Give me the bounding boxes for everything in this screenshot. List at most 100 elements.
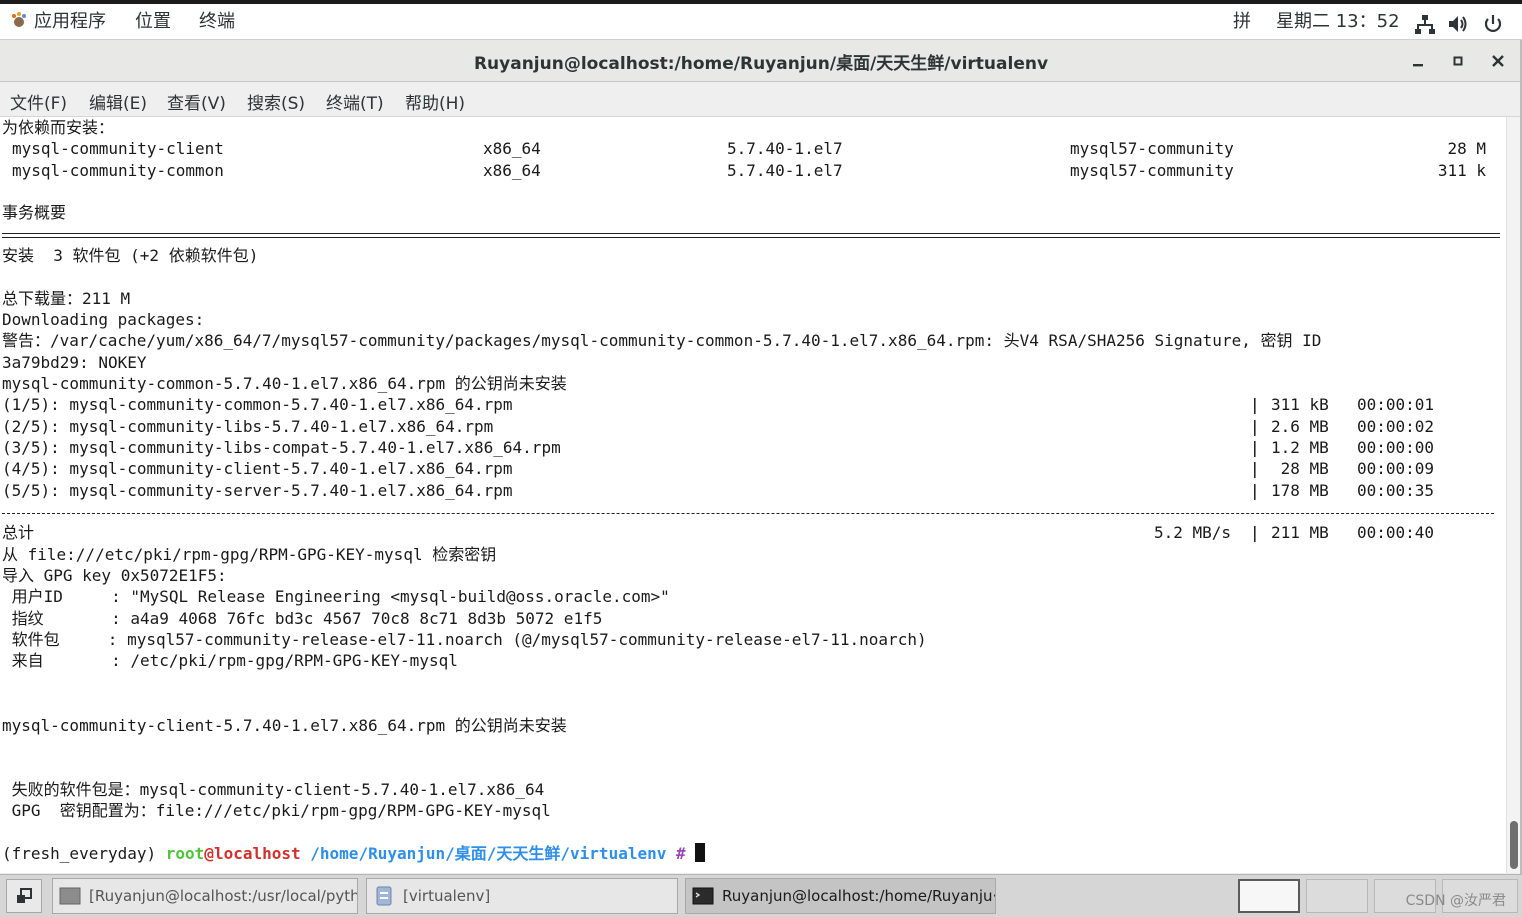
menu-terminal[interactable]: 终端(T) bbox=[326, 89, 384, 114]
column-separator: | bbox=[1250, 459, 1260, 478]
download-row-time: 00:00:01 bbox=[1357, 395, 1435, 414]
download-row-time: 00:00:02 bbox=[1357, 417, 1435, 436]
download-row-name: (5/5): mysql-community-server-5.7.40-1.e… bbox=[2, 481, 513, 500]
download-row-name: (4/5): mysql-community-client-5.7.40-1.e… bbox=[2, 459, 513, 478]
dep-size: 311 k bbox=[1437, 161, 1486, 180]
column-separator: | bbox=[1250, 523, 1260, 542]
download-row-time: 00:00:09 bbox=[1357, 459, 1435, 478]
maximize-icon bbox=[1453, 56, 1463, 66]
download-row-size: 28 MB bbox=[1271, 459, 1329, 478]
menu-file[interactable]: 文件(F) bbox=[10, 89, 67, 114]
workspace-2[interactable] bbox=[1306, 879, 1368, 913]
dep-name: mysql-community-client bbox=[12, 139, 224, 158]
column-separator: | bbox=[1250, 438, 1260, 457]
minimize-button[interactable] bbox=[1405, 48, 1431, 74]
clock[interactable]: 星期二 13：52 bbox=[1276, 10, 1400, 34]
prompt-hash: # bbox=[666, 844, 696, 863]
total-download: 总下载量：211 M bbox=[2, 289, 131, 308]
dep-name: mysql-community-common bbox=[12, 161, 224, 180]
taskbar-item-terminal-active[interactable]: Ruyanjun@localhost:/home/Ruyanju··· bbox=[685, 878, 996, 914]
dep-version: 5.7.40-1.el7 bbox=[727, 161, 843, 180]
download-row-size: 1.2 MB bbox=[1271, 438, 1329, 457]
terminal-menubar: 文件(F) 编辑(E) 查看(V) 搜索(S) 终端(T) 帮助(H) bbox=[0, 83, 1522, 117]
power-icon[interactable] bbox=[1482, 13, 1504, 35]
dep-arch: x86_64 bbox=[483, 161, 541, 180]
pubkey-not-installed: mysql-community-client-5.7.40-1.el7.x86_… bbox=[2, 716, 567, 735]
dep-arch: x86_64 bbox=[483, 139, 541, 158]
dashed-rule bbox=[2, 513, 1494, 514]
terminal-output[interactable]: 为依赖而安装： mysql-community-client x86_64 5.… bbox=[0, 117, 1506, 873]
warning-line-cont: 3a79bd29: NOKEY bbox=[2, 353, 147, 372]
column-separator: | bbox=[1250, 417, 1260, 436]
retrieve-key-line: 从 file:///etc/pki/rpm-gpg/RPM-GPG-KEY-my… bbox=[2, 545, 497, 564]
download-row-size: 178 MB bbox=[1271, 481, 1329, 500]
minimize-icon bbox=[1413, 64, 1423, 67]
menu-edit[interactable]: 编辑(E) bbox=[89, 89, 147, 114]
taskbar-item-label: [Ruyanjun@localhost:/usr/local/pyth··· bbox=[89, 887, 358, 905]
window-titlebar[interactable]: Ruyanjun@localhost:/home/Ruyanjun/桌面/天天生… bbox=[0, 40, 1522, 82]
close-button[interactable] bbox=[1485, 48, 1511, 74]
maximize-button[interactable] bbox=[1445, 48, 1471, 74]
total-size: 211 MB bbox=[1271, 523, 1329, 542]
file-manager-icon bbox=[376, 886, 392, 906]
total-label: 总计 bbox=[2, 523, 35, 542]
download-row-time: 00:00:35 bbox=[1357, 481, 1435, 500]
text-cursor bbox=[695, 843, 706, 862]
download-row-size: 311 kB bbox=[1271, 395, 1329, 414]
show-desktop-button[interactable] bbox=[6, 879, 42, 913]
watermark-text: CSDN @汝严君 bbox=[1405, 893, 1506, 909]
total-time: 00:00:40 bbox=[1357, 523, 1435, 542]
prompt-at: @ bbox=[204, 844, 214, 863]
key-fingerprint-line: 指纹 : a4a9 4068 76fc bd3c 4567 70c8 8c71 … bbox=[2, 609, 603, 628]
scrollbar-thumb[interactable] bbox=[1510, 821, 1518, 869]
key-package-line: 软件包 : mysql57-community-release-el7-11.n… bbox=[2, 630, 927, 649]
double-rule bbox=[2, 233, 1500, 238]
dep-repo: mysql57-community bbox=[1070, 139, 1234, 158]
key-user-line: 用户ID : "MySQL Release Engineering <mysql… bbox=[2, 587, 670, 606]
taskbar-item-virtualenv[interactable]: [virtualenv] bbox=[366, 878, 678, 914]
menu-view[interactable]: 查看(V) bbox=[167, 89, 226, 114]
terminal-icon bbox=[59, 887, 81, 905]
top-panel: 应用程序 位置 终端 拼 星期二 13：52 bbox=[0, 0, 1522, 40]
key-from-line: 来自 : /etc/pki/rpm-gpg/RPM-GPG-KEY-mysql bbox=[2, 651, 458, 670]
menu-help[interactable]: 帮助(H) bbox=[405, 89, 465, 114]
shell-prompt[interactable]: (fresh_everyday) root@localhost /home/Ru… bbox=[2, 843, 706, 864]
dep-repo: mysql57-community bbox=[1070, 161, 1234, 180]
dep-version: 5.7.40-1.el7 bbox=[727, 139, 843, 158]
column-separator: | bbox=[1250, 395, 1260, 414]
taskbar-item-label: [virtualenv] bbox=[403, 887, 491, 905]
download-row-name: (1/5): mysql-community-common-5.7.40-1.e… bbox=[2, 395, 513, 414]
dep-size: 28 M bbox=[1447, 139, 1486, 158]
workspace-1[interactable] bbox=[1238, 879, 1300, 913]
gnome-foot-icon bbox=[12, 12, 26, 27]
column-separator: | bbox=[1250, 481, 1260, 500]
taskbar-item-terminal-usr[interactable]: [Ruyanjun@localhost:/usr/local/pyth··· bbox=[52, 878, 358, 914]
prompt-virtualenv: (fresh_everyday) bbox=[2, 844, 166, 863]
prompt-host: localhost bbox=[213, 844, 301, 863]
failed-package-line: 失败的软件包是：mysql-community-client-5.7.40-1.… bbox=[2, 780, 545, 799]
gpg-config-line: GPG 密钥配置为：file:///etc/pki/rpm-gpg/RPM-GP… bbox=[2, 801, 551, 820]
volume-icon[interactable] bbox=[1447, 13, 1469, 35]
import-key-line: 导入 GPG key 0x5072E1F5: bbox=[2, 566, 227, 585]
download-row-time: 00:00:00 bbox=[1357, 438, 1435, 457]
network-icon[interactable] bbox=[1414, 13, 1436, 35]
taskbar-item-label: Ruyanjun@localhost:/home/Ruyanju··· bbox=[722, 887, 996, 905]
download-row-name: (2/5): mysql-community-libs-5.7.40-1.el7… bbox=[2, 417, 494, 436]
terminal-app-menu[interactable]: 终端 bbox=[199, 10, 235, 34]
applications-menu[interactable]: 应用程序 bbox=[10, 10, 106, 34]
terminal-scrollbar[interactable] bbox=[1506, 117, 1520, 873]
window-list-panel: [Ruyanjun@localhost:/usr/local/pyth··· [… bbox=[0, 874, 1522, 917]
menu-search[interactable]: 搜索(S) bbox=[247, 89, 305, 114]
download-row-size: 2.6 MB bbox=[1271, 417, 1329, 436]
total-speed: 5.2 MB/s bbox=[1154, 523, 1232, 542]
warning-line: 警告：/var/cache/yum/x86_64/7/mysql57-commu… bbox=[2, 331, 1322, 350]
downloading-line: Downloading packages: bbox=[2, 310, 205, 329]
places-menu[interactable]: 位置 bbox=[135, 10, 171, 34]
dep-header: 为依赖而安装： bbox=[2, 118, 115, 137]
download-row-name: (3/5): mysql-community-libs-compat-5.7.4… bbox=[2, 438, 561, 457]
close-icon bbox=[1492, 55, 1504, 67]
input-method-indicator[interactable]: 拼 bbox=[1233, 10, 1251, 34]
applications-label: 应用程序 bbox=[34, 11, 106, 32]
show-desktop-icon bbox=[17, 888, 32, 903]
prompt-path: /home/Ruyanjun/桌面/天天生鲜/virtualenv bbox=[300, 844, 667, 863]
